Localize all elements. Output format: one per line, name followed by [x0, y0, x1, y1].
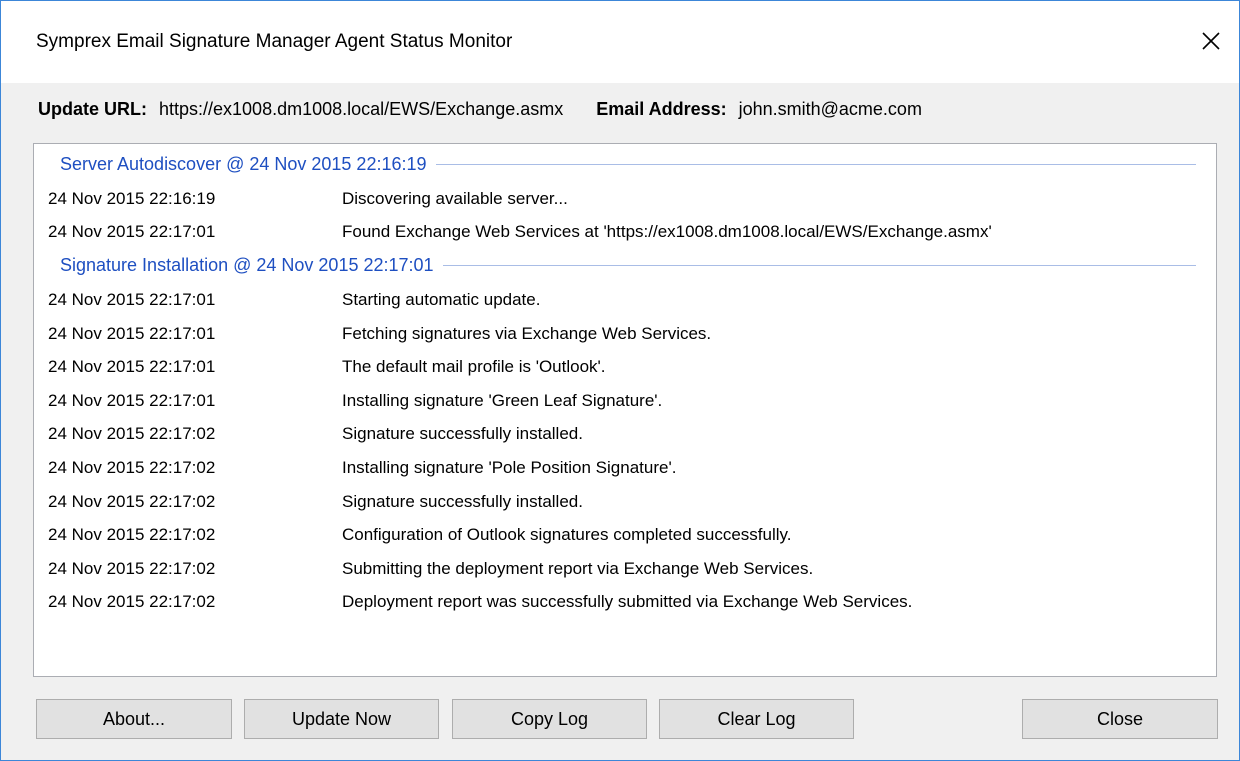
log-group-header: Signature Installation @ 24 Nov 2015 22:… [60, 255, 1196, 276]
update-url-label: Update URL: [38, 99, 147, 119]
log-entry-message: Installing signature 'Green Leaf Signatu… [342, 390, 663, 410]
clear-log-button[interactable]: Clear Log [659, 699, 854, 739]
email-address-label: Email Address: [596, 99, 727, 119]
log-entry-time: 24 Nov 2015 22:17:01 [48, 222, 216, 242]
log-entry-message: Signature successfully installed. [342, 424, 583, 444]
log-entry-message: The default mail profile is 'Outlook'. [342, 357, 606, 377]
log-group-title: Server Autodiscover @ 24 Nov 2015 22:16:… [60, 154, 427, 174]
log-entry-message: Discovering available server... [342, 188, 568, 208]
log-entry-time: 24 Nov 2015 22:17:01 [48, 357, 216, 377]
update-now-button[interactable]: Update Now [244, 699, 439, 739]
log-entry-time: 24 Nov 2015 22:17:02 [48, 491, 216, 511]
log-group-divider [442, 265, 1196, 267]
log-entry-message: Signature successfully installed. [342, 491, 583, 511]
log-entry-message: Deployment report was successfully submi… [342, 592, 913, 612]
log-entry-message: Configuration of Outlook signatures comp… [342, 525, 792, 545]
log-entry-time: 24 Nov 2015 22:17:02 [48, 424, 216, 444]
log-group-divider [435, 164, 1196, 165]
log-entry-time: 24 Nov 2015 22:17:02 [48, 525, 216, 545]
log-entry-message: Submitting the deployment report via Exc… [342, 558, 814, 578]
log-entry-time: 24 Nov 2015 22:16:19 [48, 188, 216, 208]
update-url-value: https://ex1008.dm1008.local/EWS/Exchange… [159, 99, 564, 119]
log-entry-time: 24 Nov 2015 22:17:02 [48, 592, 216, 612]
connection-info: Update URL: https://ex1008.dm1008.local/E… [38, 99, 922, 120]
log-entry-time: 24 Nov 2015 22:17:02 [48, 457, 216, 477]
log-entry-time: 24 Nov 2015 22:17:01 [48, 289, 216, 309]
log-entry-message: Installing signature 'Pole Position Sign… [342, 457, 677, 477]
log-entry-message: Fetching signatures via Exchange Web Ser… [342, 323, 712, 343]
log-group-header: Server Autodiscover @ 24 Nov 2015 22:16:… [60, 154, 1196, 175]
log-entry-time: 24 Nov 2015 22:17:02 [48, 558, 216, 578]
email-address-value: john.smith@acme.com [738, 99, 922, 119]
window-title: Symprex Email Signature Manager Agent St… [36, 31, 513, 52]
log-entry-message: Found Exchange Web Services at 'https://… [342, 222, 992, 242]
copy-log-button[interactable]: Copy Log [452, 699, 647, 739]
log-entry-time: 24 Nov 2015 22:17:01 [48, 390, 216, 410]
log-group-title: Signature Installation @ 24 Nov 2015 22:… [60, 255, 434, 276]
close-icon [1202, 32, 1220, 50]
about-button[interactable]: About... [36, 699, 232, 739]
close-button[interactable]: Close [1022, 699, 1218, 739]
window-close-button[interactable] [1191, 21, 1231, 61]
status-monitor-window: Symprex Email Signature Manager Agent St… [0, 0, 1240, 761]
log-entry-message: Starting automatic update. [342, 289, 541, 309]
status-log[interactable]: Server Autodiscover @ 24 Nov 2015 22:16:… [33, 143, 1217, 677]
log-entry-time: 24 Nov 2015 22:17:01 [48, 323, 216, 343]
title-bar: Symprex Email Signature Manager Agent St… [1, 1, 1239, 83]
